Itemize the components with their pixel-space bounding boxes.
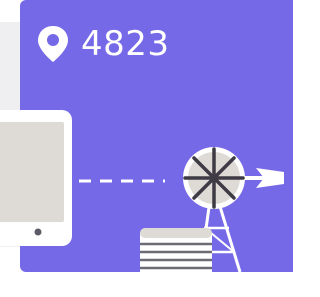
phone-icon [0,110,72,246]
water-tank-icon [140,228,212,280]
scene-illustration [0,110,284,280]
